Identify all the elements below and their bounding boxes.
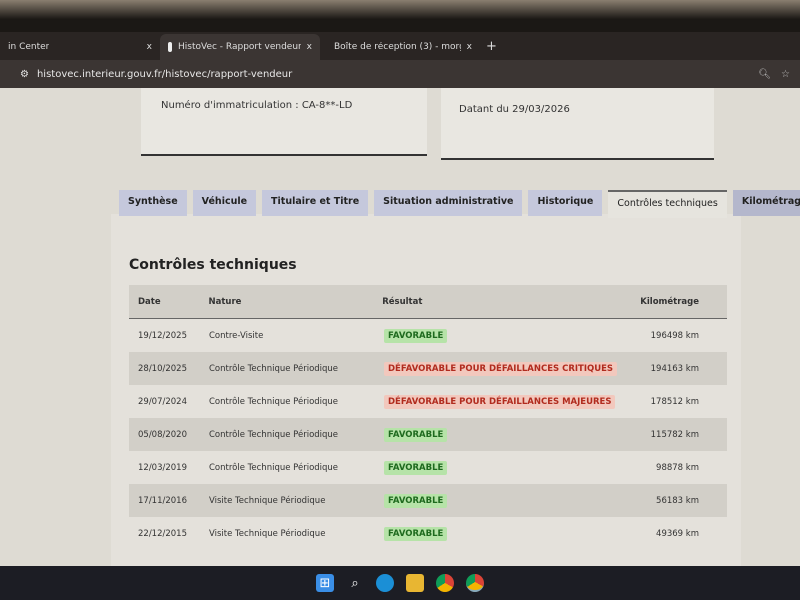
tab-kilometrage[interactable]: Kilométrage [732,190,800,216]
cell-nature: Visite Technique Périodique [209,495,326,506]
address-bar[interactable]: ⚙ histovec.interieur.gouv.fr/histovec/ra… [0,60,800,88]
new-tab-button[interactable]: + [480,39,503,54]
file-explorer-icon[interactable] [406,574,424,592]
header-nature: Nature [208,296,242,307]
cell-nature: Contrôle Technique Périodique [209,363,339,374]
site-settings-icon[interactable]: ⚙ [20,69,29,80]
cell-date: 19/12/2025 [138,330,187,341]
browser-tab[interactable]: in Center x [0,34,160,60]
cell-date: 05/08/2020 [138,429,187,440]
result-badge: FAVORABLE [384,427,448,442]
cell-date: 17/11/2016 [138,495,187,506]
cell-kilometrage: 178512 km [650,396,699,407]
section-title: Contrôles techniques [129,257,297,273]
result-badge: FAVORABLE [384,328,448,343]
cell-date: 22/12/2015 [138,528,187,539]
edge-icon[interactable] [376,574,394,592]
result-badge: FAVORABLE [384,460,448,475]
browser-tab-active[interactable]: HistoVec - Rapport vendeur x [160,34,320,60]
cell-nature: Contrôle Technique Périodique [209,396,339,407]
table-row: 29/07/2024 Contrôle Technique Périodique… [129,385,727,418]
tab-label: Boîte de réception (3) - morga [334,42,461,52]
report-date: Datant du 29/03/2026 [459,104,570,115]
table-row: 17/11/2016 Visite Technique Périodique F… [129,484,727,517]
cell-kilometrage: 115782 km [650,429,699,440]
url-text[interactable]: histovec.interieur.gouv.fr/histovec/rapp… [37,69,292,80]
date-card: Datant du 29/03/2026 [441,88,714,160]
header-date: Date [138,296,161,307]
chrome-active-icon[interactable] [466,574,484,592]
screen-bezel [0,0,800,32]
close-tab-icon[interactable]: x [307,42,312,52]
tab-historique[interactable]: Historique [528,190,603,216]
chrome-icon[interactable] [436,574,454,592]
tab-vehicule[interactable]: Véhicule [192,190,257,216]
cell-date: 12/03/2019 [138,462,187,473]
cell-kilometrage: 196498 km [650,330,699,341]
result-badge: DÉFAVORABLE POUR DÉFAILLANCES MAJEURES [384,394,616,409]
table-row: 22/12/2015 Visite Technique Périodique F… [129,517,727,550]
cell-nature: Contre-Visite [209,330,264,341]
cell-kilometrage: 194163 km [650,363,699,374]
header-resultat: Résultat [382,296,423,307]
header-kilometrage: Kilométrage [640,296,700,307]
tab-titulaire[interactable]: Titulaire et Titre [262,190,369,216]
windows-start-icon[interactable]: ⊞ [316,574,334,592]
cell-nature: Contrôle Technique Périodique [209,429,339,440]
table-row: 05/08/2020 Contrôle Technique Périodique… [129,418,727,451]
zoom-icon[interactable]: 🔍︎ [758,69,771,80]
search-icon[interactable]: ⌕ [346,574,364,592]
result-badge: DÉFAVORABLE POUR DÉFAILLANCES CRITIQUES [384,361,618,376]
close-tab-icon[interactable]: x [147,42,152,52]
browser-tab-bar: in Center x HistoVec - Rapport vendeur x B… [0,32,800,60]
cell-kilometrage: 49369 km [656,528,699,539]
report-tabs: Synthèse Véhicule Titulaire et Titre Sit… [119,190,800,218]
table-row: 19/12/2025 Contre-Visite FAVORABLE 19649… [129,319,727,352]
controles-table: Date Nature Résultat Kilométrage 19/12/2… [129,285,727,550]
table-row: 28/10/2025 Contrôle Technique Périodique… [129,352,727,385]
cell-nature: Visite Technique Périodique [209,528,326,539]
tab-label: HistoVec - Rapport vendeur [178,42,301,52]
table-header: Date Nature Résultat Kilométrage [129,285,727,319]
immatriculation-text: Numéro d'immatriculation : CA-8**-LD [161,100,353,111]
histovec-favicon [168,42,172,52]
tab-situation-administrative[interactable]: Situation administrative [374,190,523,216]
taskbar: ⊞ ⌕ [0,566,800,600]
immatriculation-card: Numéro d'immatriculation : CA-8**-LD [141,88,427,156]
result-badge: FAVORABLE [384,526,448,541]
cell-date: 28/10/2025 [138,363,187,374]
tab-label: in Center [8,42,50,52]
result-badge: FAVORABLE [384,493,448,508]
bookmark-star-icon[interactable]: ☆ [781,69,790,80]
browser-tab[interactable]: Boîte de réception (3) - morga x [320,34,480,60]
cell-kilometrage: 56183 km [656,495,699,506]
close-tab-icon[interactable]: x [467,42,472,52]
table-row: 12/03/2019 Contrôle Technique Périodique… [129,451,727,484]
cell-nature: Contrôle Technique Périodique [209,462,339,473]
cell-date: 29/07/2024 [138,396,187,407]
tab-controles-techniques[interactable]: Contrôles techniques [608,190,727,218]
cell-kilometrage: 98878 km [656,462,699,473]
tab-synthese[interactable]: Synthèse [119,190,187,216]
